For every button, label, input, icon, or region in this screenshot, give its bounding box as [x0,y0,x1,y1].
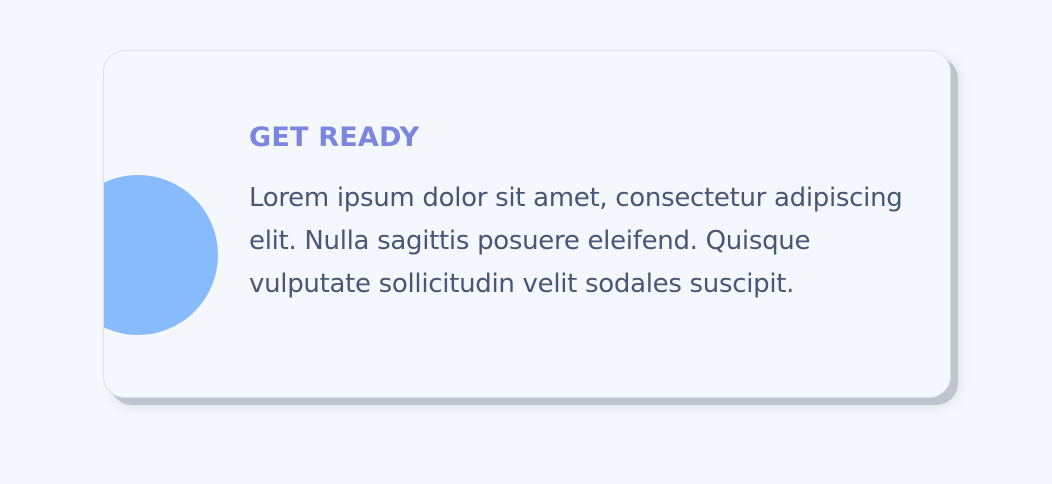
card-body-text: Lorem ipsum dolor sit amet, consectetur … [249,183,903,299]
card-title: GET READY [249,122,420,153]
info-card: GET READY Lorem ipsum dolor sit amet, co… [103,50,951,398]
card-content: GET READY Lorem ipsum dolor sit amet, co… [249,121,939,306]
decorative-circle [104,175,218,335]
